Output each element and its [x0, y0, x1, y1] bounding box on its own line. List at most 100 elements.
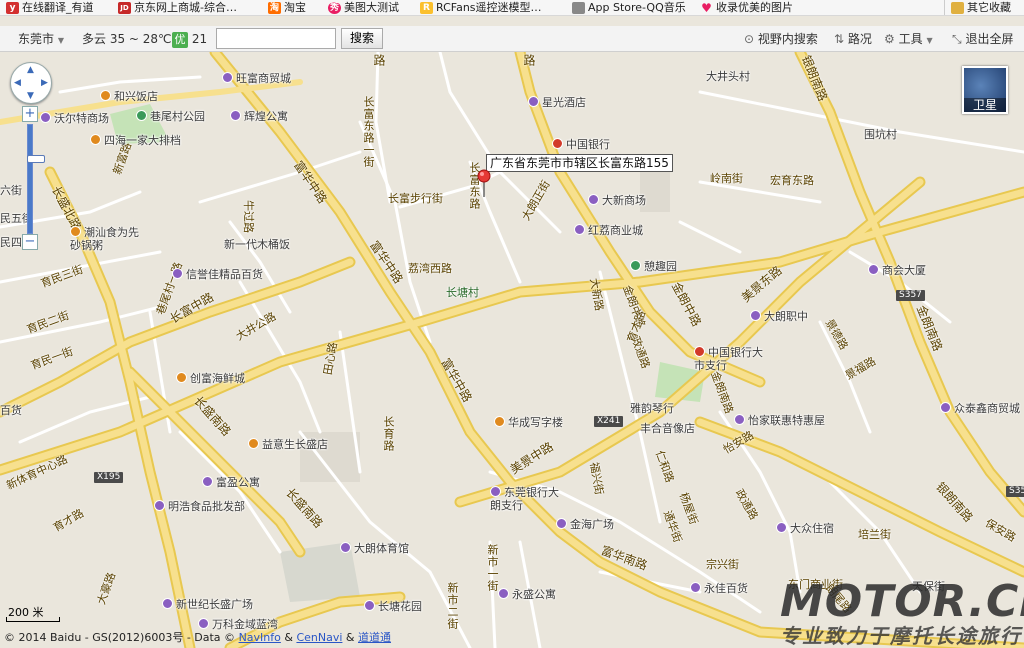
poi-label[interactable]: 丰合音像店: [640, 422, 695, 435]
poi-marker[interactable]: 大新商场: [588, 194, 646, 207]
gear-icon: ⚙: [884, 32, 895, 46]
city-selector[interactable]: 东莞市 ▼: [18, 31, 64, 47]
poi-marker[interactable]: 巷尾村公园: [136, 110, 205, 123]
chevron-down-icon: ▼: [57, 36, 64, 45]
poi-label: 大井头村: [706, 70, 750, 83]
poi-marker[interactable]: 信誉佳精品百货: [172, 268, 263, 281]
poi-marker[interactable]: 永盛公寓: [498, 588, 556, 601]
pan-up-icon[interactable]: ▲: [27, 66, 34, 75]
poi-marker[interactable]: 星光酒店: [528, 96, 586, 109]
poi-marker[interactable]: 潮汕食为先砂锅粥: [70, 226, 140, 252]
poi-marker[interactable]: 辉煌公寓: [230, 110, 288, 123]
exit-fullscreen-icon: ⤡: [952, 32, 962, 46]
road-label: 长富步行街: [388, 192, 443, 205]
daodaotong-link[interactable]: 道道通: [358, 631, 391, 644]
map-toolbar: 东莞市 ▼ 多云 35 ~ 28℃ 优 21 搜索 ⊙ 视野内搜索 ⇅ 路况 ⚙…: [0, 26, 1024, 52]
exit-fullscreen-button[interactable]: ⤡ 退出全屏: [952, 31, 1013, 47]
poi-marker[interactable]: 憩趣园: [630, 260, 677, 273]
search-input[interactable]: [216, 28, 336, 49]
poi-marker[interactable]: 大众住宿: [776, 522, 834, 535]
poi-label[interactable]: 新一代木桶饭: [224, 238, 290, 251]
poi-marker[interactable]: 益意生长盛店: [248, 438, 328, 451]
road-shield: X241: [594, 416, 624, 427]
poi-label[interactable]: 雅韵琴行: [630, 402, 674, 415]
poi-marker[interactable]: 明浩食品批发部: [154, 500, 245, 513]
poi-marker[interactable]: 中国银行大市支行: [694, 346, 764, 372]
watermark-tagline: 专业致力于摩托长途旅行: [780, 624, 1022, 648]
map-canvas[interactable]: 路 路 长富东路一街 长富步行街 长富东路 大朗正街 荔湾西路 长盛北路 长富中…: [0, 52, 1024, 648]
bookmark-youdao[interactable]: y 在线翻译_有道: [4, 0, 94, 15]
heart-icon: ♥: [701, 1, 712, 15]
poi-marker[interactable]: 四海一家大排档: [90, 134, 181, 147]
poi-marker[interactable]: 怡家联惠特惠屋: [734, 414, 825, 427]
aqi-value: 21: [191, 32, 208, 46]
poi-label: 长塘村: [446, 286, 479, 299]
poi-marker[interactable]: 金海广场: [556, 518, 614, 531]
map-copyright: © 2014 Baidu - GS(2012)6003号 - Data © Na…: [4, 631, 391, 644]
poi-marker[interactable]: 和兴饭店: [100, 90, 158, 103]
location-pin-icon[interactable]: [476, 168, 492, 198]
aqi-indicator: 优 21: [172, 31, 208, 48]
bookmark-rcfans[interactable]: R RCFans遥控迷模型…: [418, 0, 542, 15]
poi-marker[interactable]: 永佳百货: [690, 582, 748, 595]
road-shield: X195: [94, 472, 124, 483]
aqi-badge: 优: [172, 32, 188, 48]
road-label: 宗兴街: [706, 558, 739, 571]
pan-control[interactable]: ▲ ▼ ◀ ▶: [10, 62, 52, 104]
road-shield: S35: [1006, 486, 1024, 497]
bookmark-meitu[interactable]: 秀美图大测试: [326, 0, 399, 15]
tools-button[interactable]: ⚙ 工具 ▼: [884, 31, 933, 47]
magnifier-icon: ⊙: [744, 32, 755, 46]
address-callout[interactable]: 广东省东莞市市辖区长富东路155: [486, 154, 673, 172]
zoom-slider[interactable]: [27, 124, 45, 234]
zoom-out-button[interactable]: −: [22, 234, 38, 250]
rcfans-icon: R: [420, 2, 433, 14]
road-label: 荔湾西路: [408, 262, 452, 275]
poi-marker[interactable]: 长塘花园: [364, 600, 422, 613]
zoom-in-button[interactable]: +: [22, 106, 38, 122]
taobao-icon: 淘: [268, 2, 281, 14]
road-label: 路: [522, 54, 536, 67]
poi-marker[interactable]: 沃尔特商场: [40, 112, 109, 125]
road-label: 培兰街: [858, 528, 891, 541]
poi-marker[interactable]: 新世纪长盛广场: [162, 598, 253, 611]
poi-marker[interactable]: 中国银行: [552, 138, 610, 151]
poi-marker[interactable]: 华成写字楼: [494, 416, 563, 429]
folder-icon: [951, 2, 964, 14]
youdao-icon: y: [6, 2, 19, 14]
bookmark-taobao[interactable]: 淘淘宝: [266, 0, 306, 15]
poi-marker[interactable]: 东莞银行大朗支行: [490, 486, 566, 512]
zoom-slider-handle[interactable]: [27, 155, 45, 163]
pan-right-icon[interactable]: ▶: [41, 79, 48, 88]
pan-down-icon[interactable]: ▼: [27, 92, 34, 101]
traffic-button[interactable]: ⇅ 路况: [834, 31, 872, 47]
road-label: 新市二街: [446, 582, 459, 630]
bookmark-jd[interactable]: JD 京东网上商城-综合…: [116, 0, 237, 15]
navinfo-link[interactable]: NavInfo: [239, 631, 281, 644]
road-label: 长育路: [382, 416, 395, 452]
poi-marker[interactable]: 众泰鑫商贸城: [940, 402, 1020, 415]
poi-marker[interactable]: 红荔商业城: [574, 224, 643, 237]
poi-marker[interactable]: 大朗体育馆: [340, 542, 409, 555]
bookmark-qqmusic[interactable]: App Store-QQ音乐: [570, 0, 686, 15]
poi-marker[interactable]: 创富海鲜城: [176, 372, 245, 385]
poi-marker[interactable]: 富盈公寓: [202, 476, 260, 489]
jd-icon: JD: [118, 2, 131, 14]
pan-left-icon[interactable]: ◀: [14, 79, 21, 88]
zoom-control: + −: [22, 106, 45, 252]
map-scale-bar: [6, 617, 60, 622]
cennavi-link[interactable]: CenNavi: [296, 631, 342, 644]
search-button[interactable]: 搜索: [341, 28, 383, 49]
satellite-view-button[interactable]: 卫星: [962, 66, 1008, 114]
poi-marker[interactable]: 旺富商贸城: [222, 72, 291, 85]
poi-marker[interactable]: 商会大厦: [868, 264, 926, 277]
bookmark-images[interactable]: ♥ 收录优美的图片: [698, 0, 793, 15]
poi-label: 围坑村: [864, 128, 897, 141]
satellite-label: 卫星: [964, 98, 1006, 112]
view-search-button[interactable]: ⊙ 视野内搜索: [744, 31, 818, 47]
road-label: 路: [372, 54, 386, 67]
bookmark-other[interactable]: 其它收藏: [944, 0, 1011, 15]
poi-marker[interactable]: 大朗职中: [750, 310, 808, 323]
meitu-icon: 秀: [328, 2, 341, 14]
road-label: 百货: [0, 404, 22, 417]
